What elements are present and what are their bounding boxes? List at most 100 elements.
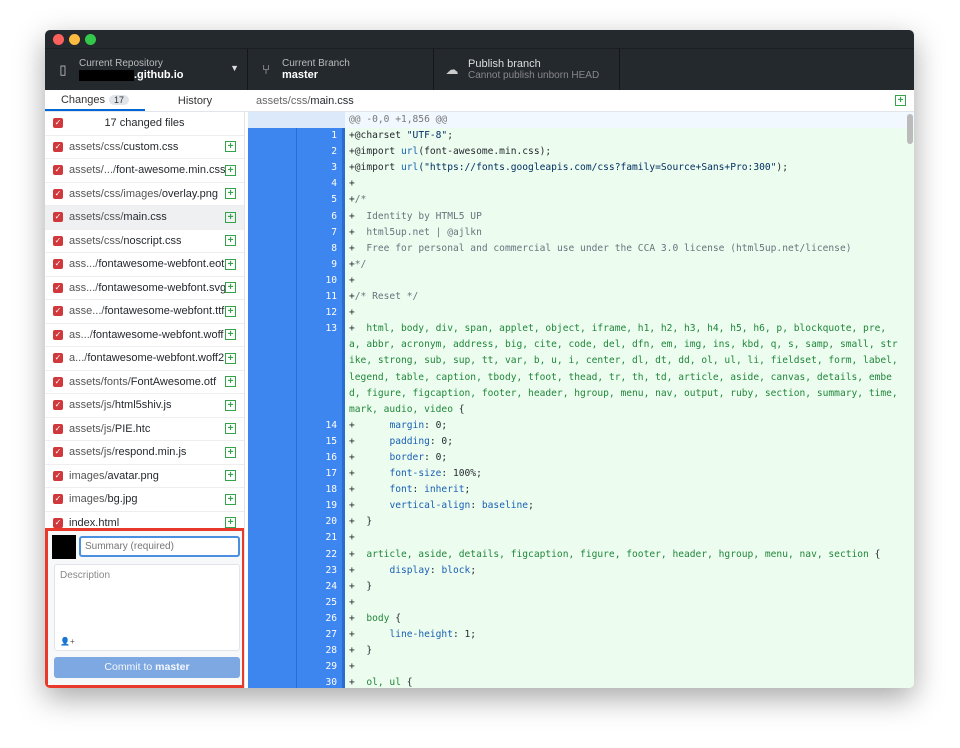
diff-line: 12 +	[248, 305, 914, 322]
file-checkbox[interactable]: ✓	[53, 400, 63, 411]
code-text: + }	[349, 516, 373, 528]
commit-button-branch: master	[155, 661, 190, 673]
file-row[interactable]: ✓ assets/css/custom.css +	[45, 136, 244, 159]
added-file-icon: +	[225, 188, 236, 200]
file-row[interactable]: ✓ assets/js/respond.min.js +	[45, 441, 244, 465]
code-text: + display: block;	[349, 564, 477, 576]
code-text: + article, aside, details, figcaption, f…	[349, 548, 881, 560]
new-line-number: 13	[296, 321, 345, 418]
old-line-number	[248, 610, 296, 627]
diff-line: 14 + margin: 0;	[248, 417, 914, 434]
add-coauthor-icon[interactable]: 👤+	[60, 637, 75, 646]
code-text: + font-size: 100%;	[349, 468, 482, 480]
new-line-number: 14	[296, 417, 345, 434]
added-file-icon: +	[225, 352, 236, 364]
old-line-number	[248, 144, 296, 161]
file-checkbox[interactable]: ✓	[53, 306, 63, 317]
file-path: asse.../fontawesome-webfont.ttf	[69, 305, 225, 318]
file-checkbox[interactable]: ✓	[53, 329, 63, 340]
add-file-icon[interactable]: +	[895, 95, 906, 106]
tab-history[interactable]: History	[145, 90, 245, 111]
code-text: +	[349, 532, 355, 544]
commit-button-label: Commit to	[104, 661, 156, 673]
new-line-number: 10	[296, 272, 345, 290]
old-line-number	[248, 433, 296, 450]
code-text: +	[349, 661, 355, 673]
file-checkbox[interactable]: ✓	[53, 235, 63, 246]
file-row[interactable]: ✓ assets/css/images/overlay.png +	[45, 183, 244, 206]
scrollbar[interactable]	[907, 114, 913, 144]
commit-button[interactable]: Commit to master	[54, 657, 240, 678]
current-branch-button[interactable]: ⑂ Current Branch master	[248, 49, 434, 90]
file-checkbox[interactable]: ✓	[53, 470, 63, 481]
file-path: as.../fontawesome-webfont.woff	[69, 328, 224, 341]
file-checkbox[interactable]: ✓	[53, 517, 63, 528]
diff-line: 9 +*/	[248, 256, 914, 273]
code-text: + html5up.net | @ajlkn	[349, 226, 482, 238]
file-row[interactable]: ✓ assets/css/noscript.css +	[45, 230, 244, 253]
code-text: + font: inherit;	[349, 484, 471, 496]
added-file-icon: +	[225, 399, 236, 411]
file-row[interactable]: ✓ assets/fonts/FontAwesome.otf +	[45, 371, 244, 394]
file-checkbox[interactable]: ✓	[53, 282, 63, 293]
code-text: + html, body, div, span, applet, object,…	[349, 323, 904, 415]
file-row[interactable]: ✓ assets/css/main.css +	[45, 206, 244, 230]
file-path: assets/js/respond.min.js	[69, 446, 187, 459]
file-row[interactable]: ✓ ass.../fontawesome-webfont.eot +	[45, 253, 244, 277]
old-line-number	[248, 224, 296, 241]
file-row[interactable]: ✓ a.../fontawesome-webfont.woff2 +	[45, 347, 244, 371]
old-line-number	[248, 449, 296, 467]
file-checkbox[interactable]: ✓	[53, 188, 63, 199]
current-repository-button[interactable]: ▯ Current Repository .github.io ▼	[45, 49, 248, 90]
old-line-number	[248, 466, 296, 483]
summary-input[interactable]	[79, 536, 240, 557]
code-text: + ol, ul {	[349, 677, 413, 688]
file-row[interactable]: ✓ assets/js/PIE.htc +	[45, 418, 244, 441]
diff-line: 11 +/* Reset */	[248, 289, 914, 306]
tab-changes[interactable]: Changes 17	[45, 90, 145, 111]
publish-branch-button[interactable]: ☁ Publish branch Cannot publish unborn H…	[434, 49, 620, 90]
new-line-number: 17	[296, 466, 345, 483]
minimize-window-button[interactable]	[69, 34, 80, 45]
new-line-number: 21	[296, 530, 345, 547]
old-line-number	[248, 160, 296, 177]
file-row[interactable]: ✓ asse.../fontawesome-webfont.ttf +	[45, 300, 244, 324]
code-text: +@import url(font-awesome.min.css);	[349, 146, 552, 158]
file-row[interactable]: ✓ images/avatar.png +	[45, 465, 244, 488]
close-window-button[interactable]	[53, 34, 64, 45]
file-checkbox[interactable]: ✓	[53, 494, 63, 505]
diff-line: 19 + vertical-align: baseline;	[248, 498, 914, 515]
diff-line: 15 + padding: 0;	[248, 433, 914, 450]
new-line-number: 23	[296, 562, 345, 579]
file-path: assets/css/main.css	[69, 211, 167, 224]
file-row[interactable]: ✓ assets/js/html5shiv.js +	[45, 394, 244, 418]
file-row[interactable]: ✓ ass.../fontawesome-webfont.svg +	[45, 277, 244, 300]
zoom-window-button[interactable]	[85, 34, 96, 45]
old-line-number	[248, 128, 296, 145]
old-line-number	[248, 530, 296, 547]
old-line-number	[248, 643, 296, 660]
file-row[interactable]: ✓ images/bg.jpg +	[45, 488, 244, 512]
file-row[interactable]: ✓ as.../fontawesome-webfont.woff +	[45, 324, 244, 347]
commit-form: Description 👤+ Commit to master	[45, 528, 244, 688]
file-path: a.../fontawesome-webfont.woff2	[69, 352, 225, 365]
file-checkbox[interactable]: ✓	[53, 376, 63, 387]
description-placeholder: Description	[60, 570, 111, 581]
file-checkbox[interactable]: ✓	[53, 212, 63, 223]
file-checkbox[interactable]: ✓	[53, 165, 63, 176]
file-checkbox[interactable]: ✓	[53, 447, 63, 458]
changed-files-count: 17 changed files	[104, 117, 185, 130]
file-checkbox[interactable]: ✓	[53, 423, 63, 434]
old-line-number	[248, 482, 296, 499]
file-row[interactable]: ✓ assets/.../font-awesome.min.css +	[45, 159, 244, 183]
select-all-checkbox[interactable]: ✓	[53, 118, 63, 129]
file-checkbox[interactable]: ✓	[53, 141, 63, 152]
added-file-icon: +	[225, 446, 236, 458]
description-input[interactable]: Description 👤+	[54, 564, 240, 651]
file-checkbox[interactable]: ✓	[53, 259, 63, 270]
tab-changes-label: Changes	[60, 93, 106, 106]
diff-line: 25 +	[248, 594, 914, 611]
file-checkbox[interactable]: ✓	[53, 353, 63, 364]
cloud-upload-icon: ☁	[445, 61, 459, 77]
diff-line: 4 +	[248, 176, 914, 193]
